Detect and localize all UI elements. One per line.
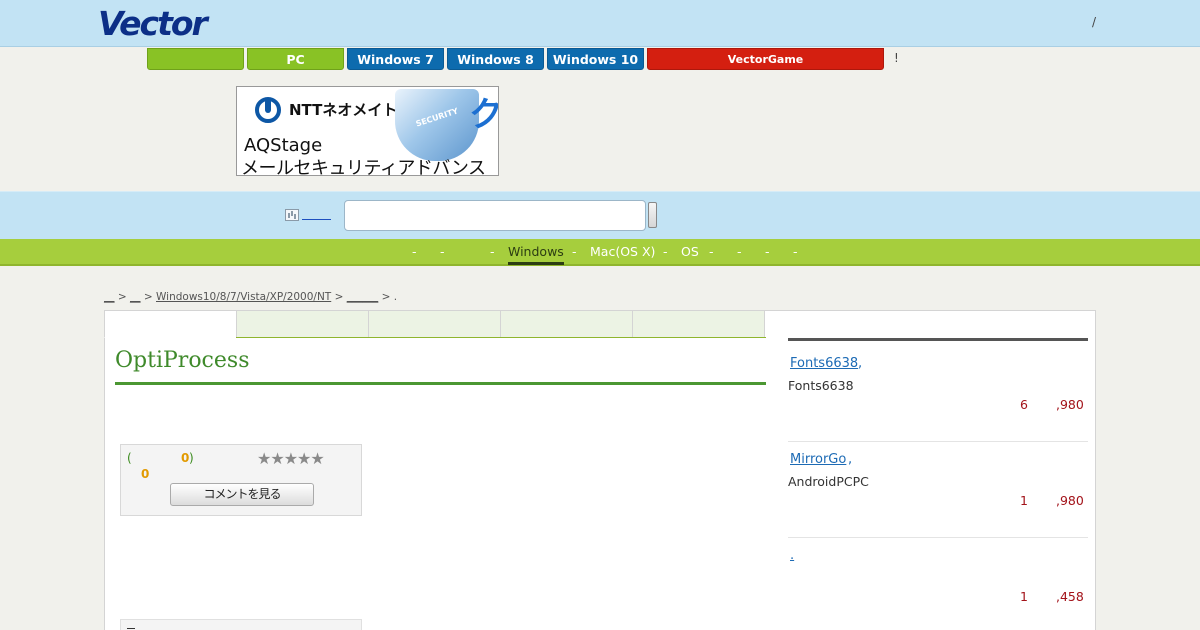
review-paren-close: )	[189, 451, 194, 465]
tab-2[interactable]	[236, 310, 369, 338]
nav-separator: -	[765, 244, 770, 259]
review-summary: ( 0 ) 0 ★★★★★ コメントを見る	[120, 444, 362, 516]
nav-separator: -	[663, 244, 668, 259]
search-bar	[0, 191, 1200, 239]
category-tab-windows7[interactable]: Windows 7	[347, 48, 444, 70]
ranking-item-link[interactable]: Fonts6638	[790, 356, 858, 371]
vector-logo[interactable]: Vector	[98, 7, 208, 41]
search-options-link[interactable]	[302, 213, 331, 220]
search-input[interactable]	[344, 200, 646, 231]
ranking-item-count: 6	[1020, 397, 1028, 412]
nav-separator: -	[793, 244, 798, 259]
banner-ad[interactable]: NTTネオメイト SECURITY ク AQStage メールセキュリティアドバ…	[236, 86, 499, 176]
category-tab-vectorgame[interactable]: VectorGame	[647, 48, 884, 70]
breadcrumb-item-windows[interactable]: Windows10/8/7/Vista/XP/2000/NT	[156, 291, 331, 303]
nav-separator: -	[572, 244, 577, 259]
page-title: OptiProcess	[115, 348, 250, 373]
banner-line2: メールセキュリティアドバンス	[241, 158, 486, 176]
breadcrumb-separator: >	[381, 291, 391, 303]
tab-5[interactable]	[632, 310, 765, 338]
review-paren-open: (	[127, 451, 132, 465]
category-tab-1[interactable]	[147, 48, 244, 70]
site-header: Vector /	[0, 0, 1200, 47]
breadcrumb-separator: >	[334, 291, 344, 303]
secondary-box	[120, 619, 362, 630]
nav-separator: -	[709, 244, 714, 259]
title-divider	[115, 382, 766, 385]
ranking-item-desc: Fonts6638	[788, 378, 854, 393]
ranking-item-count: 1	[1020, 493, 1028, 508]
ntt-logo-icon	[255, 97, 281, 123]
breadcrumb: __ > __ > Windows10/8/7/Vista/XP/2000/NT…	[104, 291, 397, 303]
ranking-item-suffix: ,	[848, 452, 853, 467]
category-tab-pc[interactable]: PC	[247, 48, 344, 70]
dash-icon	[127, 628, 135, 629]
ranking-item-count: 1	[1020, 589, 1028, 604]
ranking-item: Fonts6638, Fonts6638 6 ,980	[788, 346, 1088, 442]
breadcrumb-separator: >	[143, 291, 153, 303]
breadcrumb-separator: >	[117, 291, 127, 303]
review-score: 0	[141, 467, 150, 481]
banner-katakana: ク	[469, 87, 498, 136]
nav-separator: -	[490, 244, 495, 259]
category-tab-windows8[interactable]: Windows 8	[447, 48, 544, 70]
chart-icon[interactable]	[285, 209, 299, 221]
category-trailing-text: !	[894, 51, 899, 65]
sidebar-divider	[788, 338, 1088, 341]
ranking-item-price: ,980	[1056, 493, 1084, 508]
security-shield-icon	[395, 89, 479, 161]
breadcrumb-current: .	[393, 291, 398, 303]
tab-3[interactable]	[368, 310, 501, 338]
ranking-item-price: ,980	[1056, 397, 1084, 412]
breadcrumb-item[interactable]: __	[130, 291, 141, 303]
category-tab-windows10[interactable]: Windows 10	[547, 48, 644, 70]
ranking-item-link[interactable]: MirrorGo	[790, 452, 846, 467]
nav-separator: -	[737, 244, 742, 259]
nav-item-mac[interactable]: Mac(OS X)	[590, 244, 655, 260]
ranking-item: MirrorGo , AndroidPCPC 1 ,980	[788, 442, 1088, 538]
star-rating-icon: ★★★★★	[257, 449, 325, 468]
ranking-item-link[interactable]: .	[790, 548, 794, 563]
nav-item-os[interactable]: OS	[681, 244, 699, 260]
platform-nav: - - - Windows - Mac(OS X) - OS - - - -	[0, 239, 1200, 266]
tab-underline	[236, 337, 766, 338]
banner-line1: AQStage	[244, 135, 323, 156]
view-comments-button[interactable]: コメントを見る	[170, 483, 314, 506]
ranking-item-price: ,458	[1056, 589, 1084, 604]
nav-item-windows[interactable]: Windows	[508, 244, 564, 265]
breadcrumb-item[interactable]: __	[104, 291, 115, 303]
ranking-item-desc: AndroidPCPC	[788, 474, 869, 489]
tab-overview[interactable]	[104, 310, 237, 338]
ranking-item: . 1 ,458	[788, 538, 1088, 630]
breadcrumb-item[interactable]: ______	[347, 291, 379, 303]
nav-separator: -	[412, 244, 417, 259]
header-right-link[interactable]: /	[1092, 15, 1096, 29]
nav-separator: -	[440, 244, 445, 259]
ranking-item-suffix: ,	[858, 356, 863, 371]
search-button[interactable]	[648, 202, 657, 228]
banner-brand: NTTネオメイト	[289, 101, 398, 119]
tab-4[interactable]	[500, 310, 633, 338]
